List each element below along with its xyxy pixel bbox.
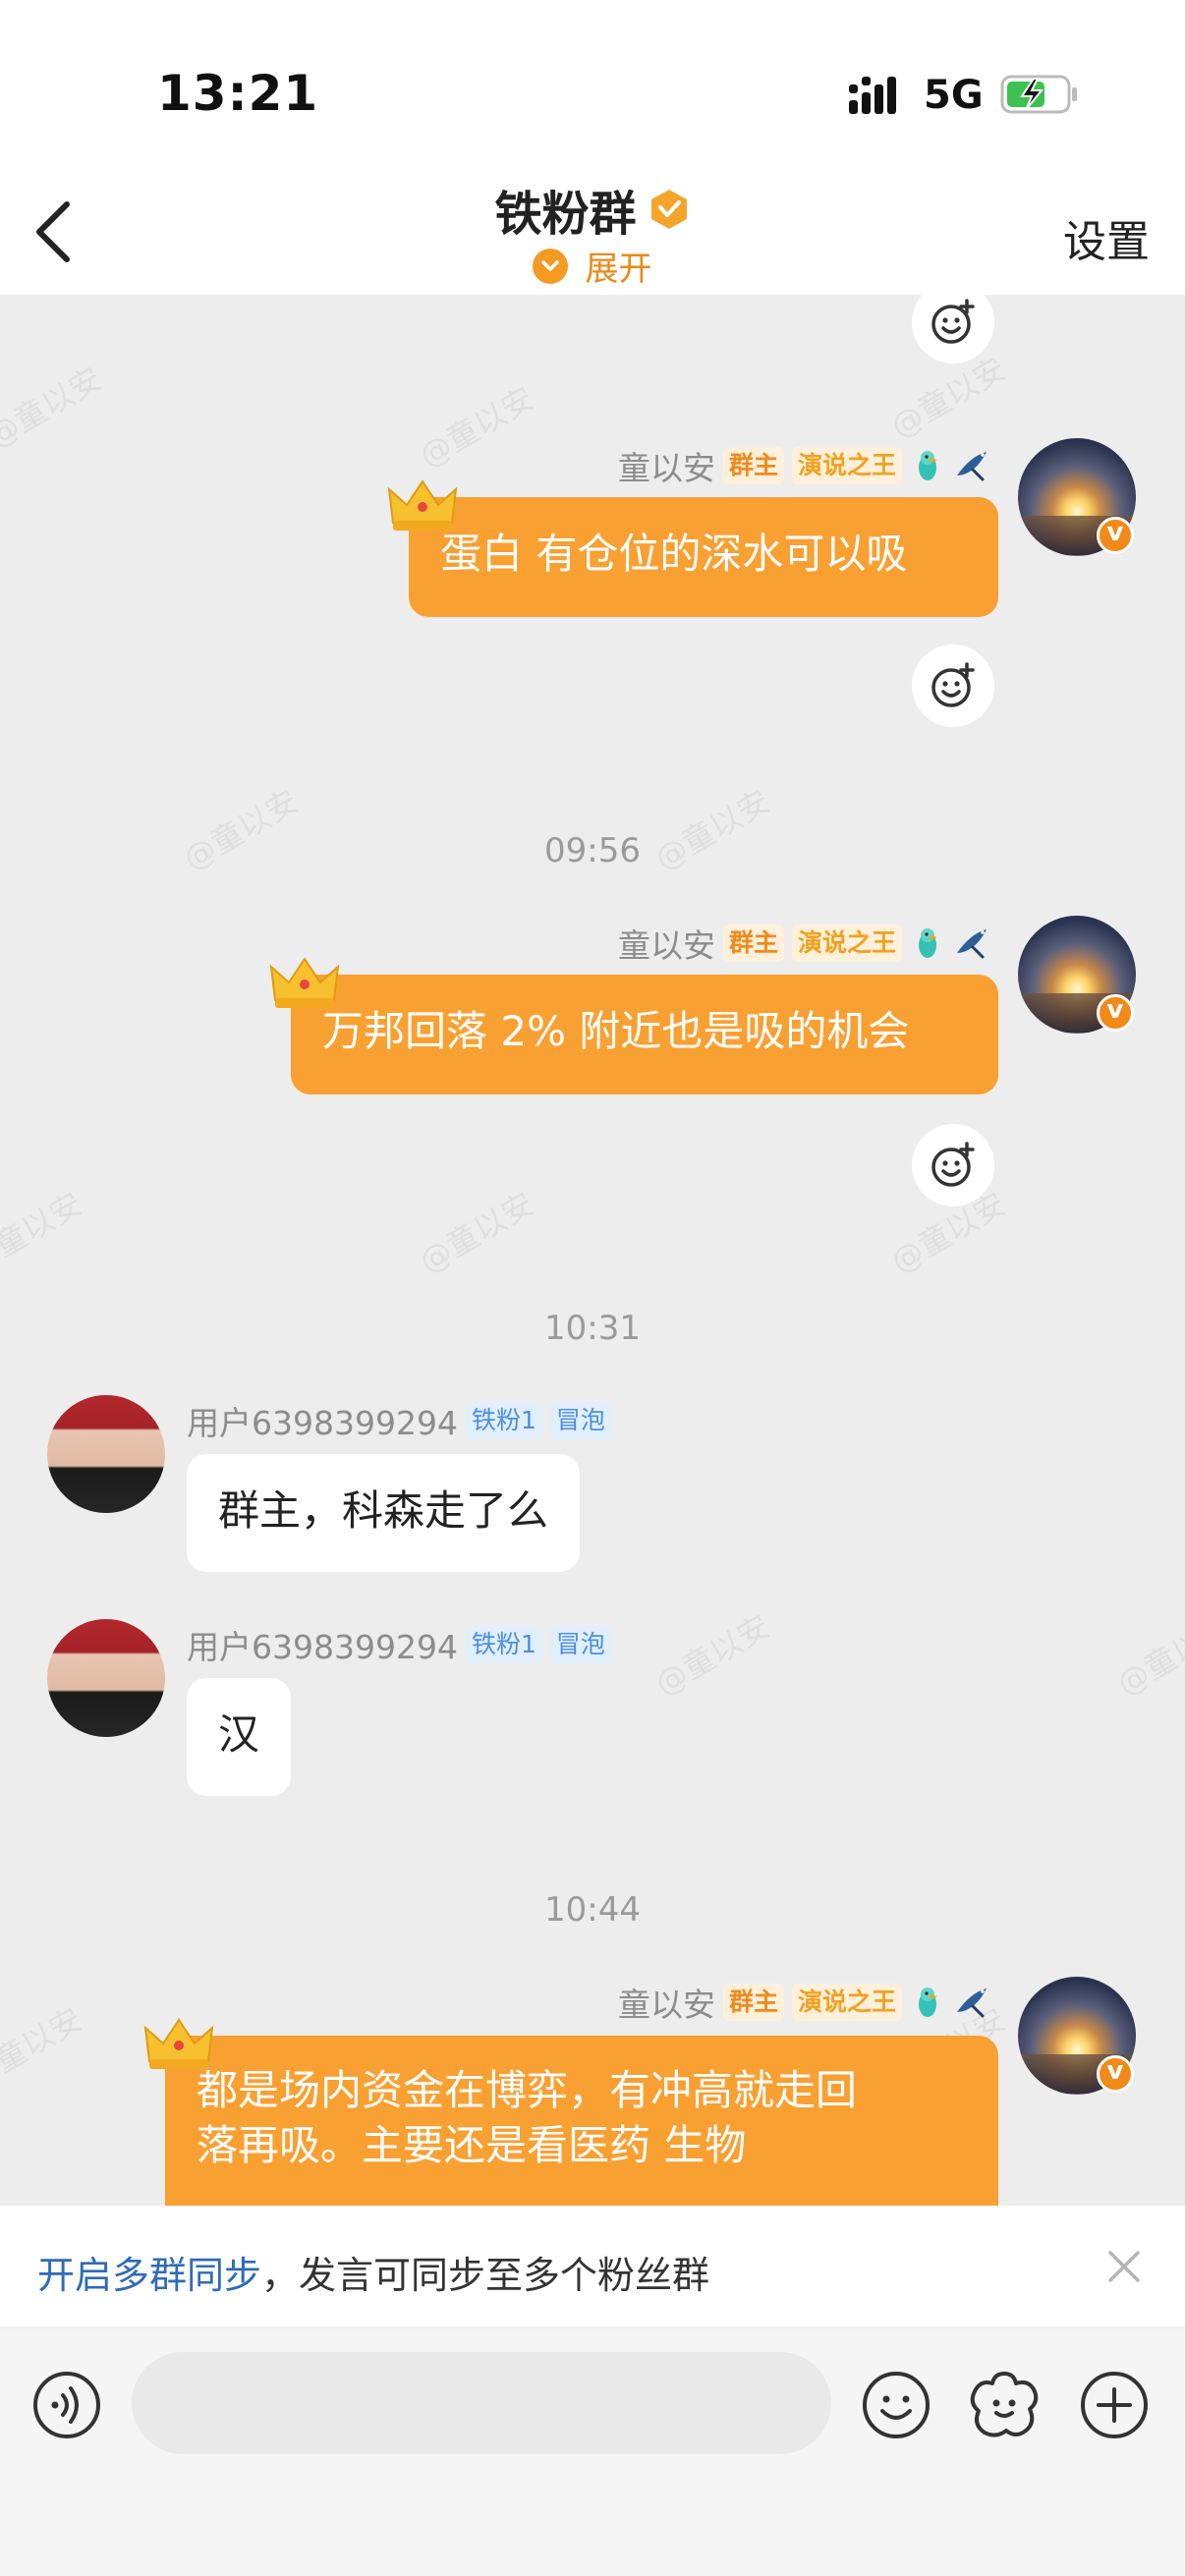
sender-name: 童以安 — [617, 1986, 715, 2024]
sender-name: 用户6398399294 — [187, 1628, 458, 1666]
watermark: @童以安 — [649, 1607, 776, 1704]
message-bubble[interactable]: 群主，科森走了么 — [187, 1454, 581, 1572]
expand-toggle[interactable]: 展开 — [0, 242, 1185, 290]
watermark: @童以安 — [413, 1185, 540, 1281]
bird-icon — [957, 1988, 987, 2018]
plus-icon[interactable] — [1079, 2370, 1150, 2440]
owner-tag: 群主 — [722, 1984, 784, 2021]
settings-button[interactable]: 设置 — [1063, 206, 1150, 269]
watermark: @童以安 — [0, 2000, 88, 2097]
status-time: 13:21 — [157, 65, 319, 122]
verified-badge-icon — [650, 190, 687, 229]
sync-tip-description: ，发言可同步至多个粉丝群 — [261, 2254, 710, 2297]
sender-name: 童以安 — [617, 449, 715, 487]
expand-label: 展开 — [585, 250, 652, 289]
input-bar — [0, 2328, 1185, 2576]
message-meta: 用户6398399294 铁粉1 冒泡 — [187, 1397, 611, 1444]
nav-title-group: 铁粉群 — [0, 175, 1185, 244]
chevron-down-icon — [533, 248, 569, 284]
emoji-icon[interactable] — [861, 2370, 931, 2440]
nav-bar: 铁粉群 展开 设置 — [0, 157, 1185, 295]
title-tag: 演说之王 — [791, 447, 902, 484]
timestamp: 10:31 — [544, 1309, 641, 1348]
status-bar: 13:21 5G — [0, 0, 1185, 157]
bird-icon — [957, 929, 987, 959]
message-meta: 童以安 群主 演说之王 — [618, 442, 992, 489]
crown-icon — [143, 2018, 214, 2069]
battery-icon — [1000, 75, 1077, 114]
page-title: 铁粉群 — [494, 187, 637, 242]
owner-tag: 群主 — [722, 447, 784, 484]
sticker-icon[interactable] — [967, 2368, 1042, 2442]
enable-sync-link[interactable]: 开启多群同步 — [37, 2254, 261, 2297]
message-meta: 童以安 群主 演说之王 — [618, 1979, 992, 2026]
close-icon[interactable] — [1102, 2245, 1146, 2288]
parrot-icon — [919, 928, 937, 958]
message-meta: 用户6398399294 铁粉1 冒泡 — [187, 1621, 611, 1668]
avatar[interactable] — [47, 1619, 165, 1737]
add-reaction-button[interactable] — [912, 1124, 994, 1206]
add-emoji-icon — [931, 299, 975, 344]
timestamp: 10:44 — [544, 1890, 641, 1930]
owner-tag: 群主 — [722, 924, 784, 962]
message-input[interactable] — [132, 2352, 831, 2454]
parrot-icon — [919, 1988, 937, 2017]
add-emoji-icon — [931, 662, 975, 707]
bird-icon — [957, 452, 987, 481]
chat-area[interactable]: @童以安 @童以安 @童以安 @童以安 @童以安 @童以安 @童以安 @童以安 … — [0, 295, 1185, 2206]
message-bubble[interactable]: 都是场内资金在博弈，有冲高就走回 落再吸。主要还是看医药 生物 — [165, 2036, 998, 2206]
add-reaction-button[interactable] — [912, 644, 994, 727]
message-bubble[interactable]: 汉 — [187, 1678, 292, 1796]
activity-tag: 冒泡 — [549, 1402, 611, 1439]
vip-badge-icon — [1097, 517, 1134, 554]
message-bubble[interactable]: 蛋白 有仓位的深水可以吸 — [409, 497, 998, 617]
fan-level-tag: 铁粉1 — [465, 1626, 542, 1663]
voice-icon[interactable] — [31, 2370, 102, 2440]
message-meta: 童以安 群主 演说之王 — [618, 920, 992, 967]
sender-name: 童以安 — [617, 926, 715, 965]
crown-icon — [269, 957, 340, 1008]
signal-icon — [849, 77, 896, 114]
watermark: @童以安 — [1110, 1607, 1185, 1704]
message-line: 都是场内资金在博弈，有冲高就走回 — [197, 2066, 858, 2114]
parrot-icon — [919, 451, 937, 480]
title-tag: 演说之王 — [791, 1984, 902, 2021]
sync-tip-text: 开启多群同步，发言可同步至多个粉丝群 — [37, 2245, 709, 2299]
crown-icon — [387, 479, 458, 531]
vip-badge-icon — [1097, 2055, 1134, 2093]
timestamp: 09:56 — [544, 831, 641, 870]
title-tag: 演说之王 — [791, 924, 902, 962]
network-label: 5G — [924, 73, 984, 118]
message-line: 落再吸。主要还是看医药 生物 — [197, 2121, 747, 2169]
sender-name: 用户6398399294 — [187, 1404, 458, 1442]
watermark: @童以安 — [0, 360, 108, 456]
vip-badge-icon — [1097, 994, 1134, 1032]
add-emoji-icon — [931, 1142, 975, 1187]
watermark: @童以安 — [0, 1185, 88, 1281]
avatar[interactable] — [47, 1395, 165, 1513]
activity-tag: 冒泡 — [549, 1626, 611, 1663]
message-bubble[interactable]: 万邦回落 2% 附近也是吸的机会 — [291, 975, 998, 1094]
watermark: @童以安 — [413, 379, 540, 476]
sync-tip-banner: 开启多群同步，发言可同步至多个粉丝群 — [0, 2206, 1185, 2328]
fan-level-tag: 铁粉1 — [465, 1402, 542, 1439]
